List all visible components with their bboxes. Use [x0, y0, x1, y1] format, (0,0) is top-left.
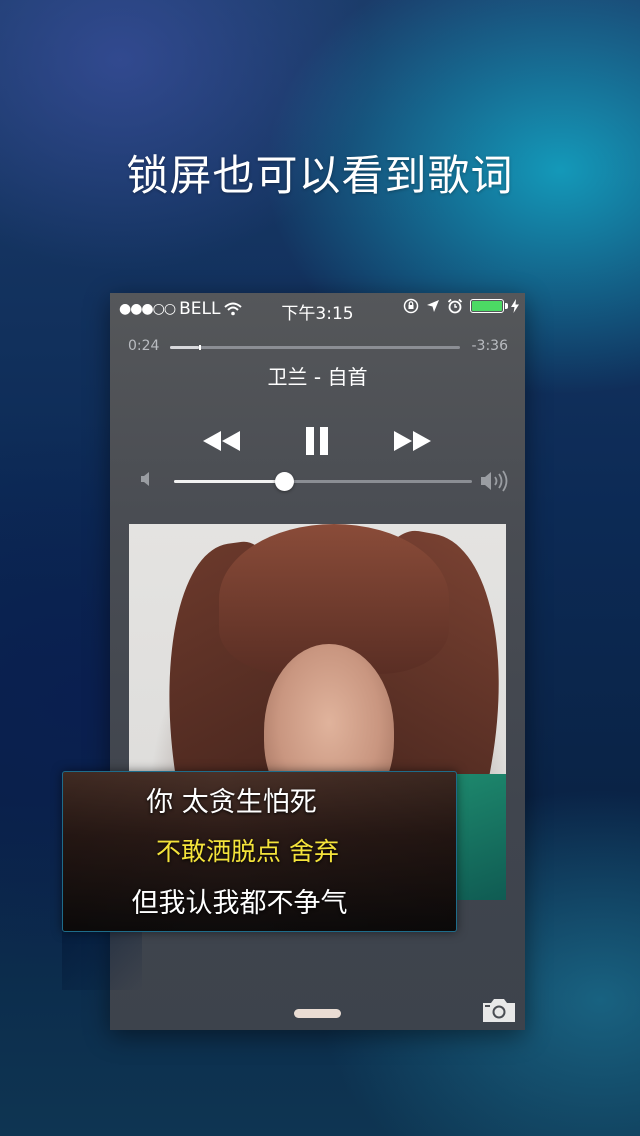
volume-slider[interactable]	[174, 472, 472, 491]
lyric-line-current: 不敢洒脱点 舍弃	[156, 837, 339, 866]
lyrics-panel: 你 太贪生怕死 不敢洒脱点 舍弃 但我认我都不争气	[62, 771, 457, 932]
volume-high-icon	[481, 470, 508, 492]
next-track-button[interactable]	[390, 421, 434, 461]
pause-icon	[306, 427, 328, 455]
fast-forward-icon	[394, 431, 431, 451]
battery-icon	[470, 299, 508, 313]
alarm-icon	[447, 298, 463, 314]
previous-track-button[interactable]	[200, 421, 244, 461]
playback-progress: 0:24 -3:36	[128, 338, 509, 358]
volume-low-icon	[141, 472, 149, 486]
elapsed-time: 0:24	[128, 338, 160, 354]
remaining-time: -3:36	[471, 338, 509, 354]
orientation-lock-icon	[403, 298, 419, 314]
pause-button[interactable]	[295, 421, 339, 461]
location-icon	[427, 300, 439, 312]
rewind-icon	[203, 431, 240, 451]
camera-icon[interactable]	[481, 996, 517, 1024]
song-title: 卫兰 - 自首	[267, 365, 368, 389]
battery-level	[472, 301, 502, 311]
playback-controls	[110, 421, 525, 461]
unlock-handle[interactable]	[294, 1009, 341, 1018]
progress-knob[interactable]	[199, 345, 201, 350]
progress-scrubber[interactable]	[170, 345, 460, 350]
promo-headline: 锁屏也可以看到歌词	[126, 151, 514, 200]
volume-control	[140, 469, 510, 493]
status-bar: ●●●○○ BELL 下午3:15	[110, 293, 525, 325]
lyric-line-previous: 你 太贪生怕死	[146, 787, 317, 818]
volume-knob[interactable]	[275, 472, 295, 491]
charging-icon	[511, 299, 519, 313]
lyric-line-next: 但我认我都不争气	[131, 888, 348, 919]
